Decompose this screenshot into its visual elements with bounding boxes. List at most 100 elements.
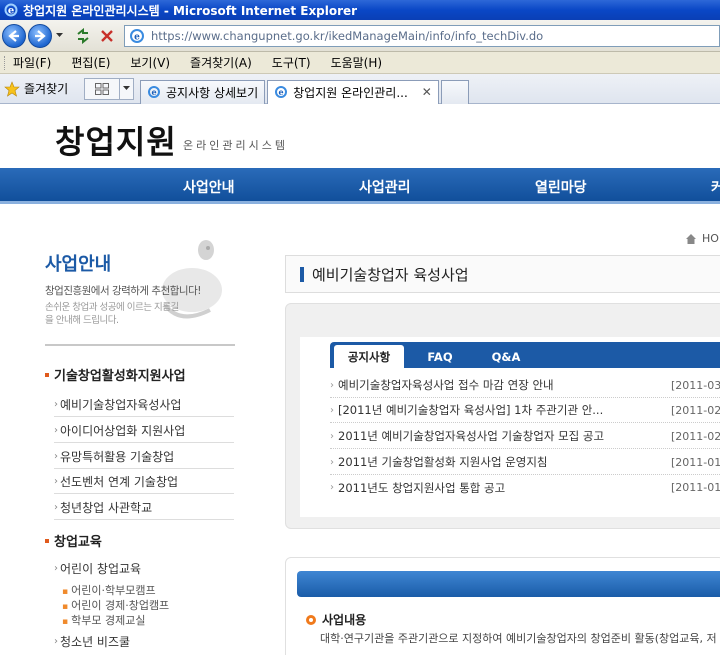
notice-date: [2011-01-0: [671, 455, 720, 469]
tab-list-dropdown[interactable]: [120, 77, 134, 100]
menu-tools[interactable]: 도구(T): [272, 54, 311, 71]
notice-date: [2011-01-0: [671, 481, 720, 494]
sidebar-item-label: 청소년 비즈쿨: [60, 635, 131, 649]
sidebar-divider: [45, 344, 235, 346]
tab-notice[interactable]: 공지사항: [334, 345, 404, 368]
history-dropdown[interactable]: [54, 24, 64, 48]
notice-item[interactable]: › [2011년 예비기술창업자 육성사업] 1차 주관기관 안... [201…: [330, 398, 720, 423]
global-nav: 사업안내 사업관리 열린마당 커: [0, 168, 720, 204]
bullet-icon: ›: [330, 456, 334, 468]
sidebar-item[interactable]: › 유망특허활용 기술창업: [54, 444, 234, 469]
bullet-icon: ›: [330, 430, 334, 442]
bullet-icon: ›: [54, 501, 58, 513]
sidebar-item[interactable]: › 선도벤처 연계 기술창업: [54, 469, 234, 494]
back-button[interactable]: [2, 23, 26, 48]
refresh-button[interactable]: [72, 25, 94, 47]
menu-edit[interactable]: 편집(E): [71, 54, 110, 71]
close-tab-icon[interactable]: ✕: [422, 85, 432, 99]
url-text: https://www.changupnet.go.kr/ikedManageM…: [151, 29, 544, 43]
bullet-icon: ›: [54, 424, 58, 436]
notice-title[interactable]: [2011년 예비기술창업자 육성사업] 1차 주관기관 안...: [338, 402, 668, 418]
menu-help[interactable]: 도움말(H): [331, 54, 383, 71]
notice-title[interactable]: 예비기술창업자육성사업 접수 마감 연장 안내: [338, 377, 668, 393]
page-icon: e: [130, 29, 144, 43]
stop-icon: [101, 29, 113, 42]
menu-view[interactable]: 보기(V): [130, 54, 170, 71]
tab-label: 공지사항 상세보기: [166, 85, 259, 100]
quick-tabs-button[interactable]: [84, 77, 120, 100]
sidebar-item-label: 아이디어상업화 지원사업: [60, 423, 186, 438]
bullet-icon: ▪: [62, 587, 69, 597]
favorites-button[interactable]: 즐겨찾기: [0, 80, 84, 97]
section-description: 대학·연구기관을 주관기관으로 지정하여 예비기술창업자의 창업준비 활동(창업…: [320, 632, 717, 645]
notice-item[interactable]: › 2011년 예비기술창업자육성사업 기술창업자 모집 공고 [2011-02…: [330, 424, 720, 449]
bullet-icon: ▪: [62, 602, 69, 612]
tab-bar: 즐겨찾기 e 공지사항 상세보기 e 창업지원 온라인관리... ✕: [0, 74, 720, 104]
sidebar-category-tech-startup[interactable]: 기술창업활성화지원사업: [45, 365, 186, 384]
tab-qna[interactable]: Q&A: [484, 345, 528, 368]
menu-file[interactable]: 파일(F): [13, 54, 51, 71]
bullet-icon: ›: [54, 563, 58, 574]
sidebar-item[interactable]: › 청년창업 사관학교: [54, 495, 234, 520]
notice-title[interactable]: 2011년도 창업지원사업 통합 공고: [338, 480, 668, 496]
menu-favorites[interactable]: 즐겨찾기(A): [190, 54, 252, 71]
tab-faq[interactable]: FAQ: [420, 345, 460, 368]
square-bullet-icon: [45, 372, 49, 377]
chevron-down-icon: [123, 86, 130, 90]
title-bar-icon: [300, 267, 304, 282]
bullet-icon: ›: [330, 482, 334, 493]
sidebar-subitem[interactable]: ▪ 학부모 경제교실: [62, 612, 145, 628]
tab-label: 창업지원 온라인관리...: [293, 85, 408, 100]
bullet-icon: ›: [54, 398, 58, 410]
forward-button[interactable]: [28, 23, 52, 48]
notice-title[interactable]: 2011년 기술창업활성화 지원사업 운영지침: [338, 454, 668, 470]
quick-tabs-icon: [95, 82, 109, 95]
sidebar-slogan-sub: 손쉬운 창업과 성공에 이르는 지름길을 안내해 드립니다.: [45, 302, 179, 326]
site-logo-subtitle: 온라인관리시스템: [183, 139, 288, 152]
address-input[interactable]: e https://www.changupnet.go.kr/ikedManag…: [124, 25, 720, 47]
sidebar-category-education[interactable]: 창업교육: [45, 531, 102, 550]
toolbar-grip: [4, 55, 7, 70]
gnb-business-info[interactable]: 사업안내: [183, 177, 235, 197]
sidebar-slogan: 창업진흥원에서 강력하게 추천합니다!: [45, 285, 201, 297]
web-page: 창업지원 온라인관리시스템 사업안내 사업관리 열린마당 커 HO 사업안내 창…: [0, 105, 720, 655]
sidebar-subitem-label: 어린이·학부모캠프: [71, 584, 156, 597]
bullet-icon: ›: [54, 450, 58, 462]
home-icon: [686, 233, 696, 244]
notice-date: [2011-02-2: [671, 429, 720, 443]
sidebar-subitem[interactable]: ▪ 어린이·학부모캠프: [62, 582, 156, 598]
star-icon: [4, 80, 20, 97]
tab-notice-detail[interactable]: e 공지사항 상세보기: [140, 79, 266, 104]
site-logo[interactable]: 창업지원: [55, 117, 177, 163]
notice-item[interactable]: › 2011년도 창업지원사업 통합 공고 [2011-01-0: [330, 475, 720, 500]
sidebar-item-label: 유망특허활용 기술창업: [60, 449, 175, 464]
page-title: 예비기술창업자 육성사업: [300, 264, 469, 285]
breadcrumb-home[interactable]: HO: [702, 232, 719, 245]
new-tab-button[interactable]: [440, 79, 469, 104]
notice-title[interactable]: 2011년 예비기술창업자육성사업 기술창업자 모집 공고: [338, 428, 668, 444]
sidebar-item[interactable]: › 청소년 비즈쿨: [54, 629, 234, 654]
gnb-business-manage[interactable]: 사업관리: [359, 177, 411, 197]
sidebar-subitem-label: 학부모 경제교실: [71, 614, 146, 627]
tab-active[interactable]: e 창업지원 온라인관리... ✕: [267, 79, 439, 104]
back-arrow-icon: [8, 29, 19, 42]
svg-text:e: e: [134, 33, 140, 43]
page-title-text: 예비기술창업자 육성사업: [312, 266, 469, 284]
gnb-community[interactable]: 커: [711, 177, 720, 197]
stop-button[interactable]: [96, 25, 118, 47]
sidebar-item-label: 어린이 창업교육: [60, 562, 142, 576]
notice-date: [2011-02-2: [671, 403, 720, 417]
sidebar-item-label: 예비기술창업자육성사업: [60, 397, 182, 412]
notice-item[interactable]: › 예비기술창업자육성사업 접수 마감 연장 안내 [2011-03-0: [330, 373, 720, 398]
square-bullet-icon: [45, 538, 49, 543]
sidebar-item[interactable]: › 어린이 창업교육: [54, 556, 234, 581]
sidebar-item[interactable]: › 예비기술창업자육성사업: [54, 392, 234, 417]
notice-item[interactable]: › 2011년 기술창업활성화 지원사업 운영지침 [2011-01-0: [330, 450, 720, 475]
chevron-down-icon: [55, 33, 63, 37]
category-label: 창업교육: [54, 535, 102, 550]
sidebar-item-label: 청년창업 사관학교: [60, 500, 153, 515]
sidebar-item[interactable]: › 아이디어상업화 지원사업: [54, 418, 234, 443]
gnb-open-forum[interactable]: 열린마당: [535, 177, 587, 197]
sidebar-subitem[interactable]: ▪ 어린이 경제·창업캠프: [62, 597, 169, 613]
category-label: 기술창업활성화지원사업: [54, 369, 186, 384]
